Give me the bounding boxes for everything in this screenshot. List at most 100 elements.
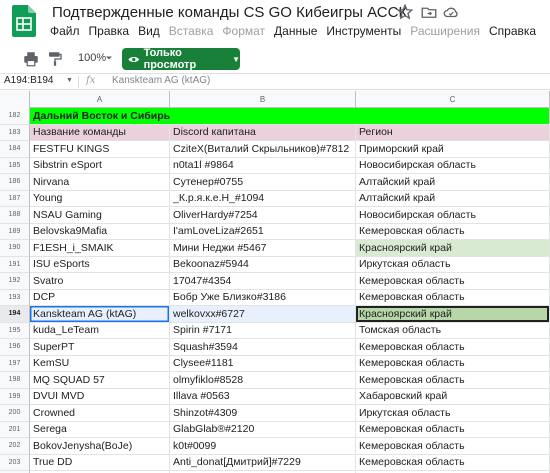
cell-team-name[interactable]: Nirvana: [30, 174, 170, 191]
chevron-down-icon[interactable]: [104, 53, 114, 63]
cell-region[interactable]: Кемеровская область: [356, 372, 550, 389]
cell-team-name[interactable]: NSAU Gaming: [30, 207, 170, 224]
row-number[interactable]: 189: [0, 223, 30, 240]
column-header-c[interactable]: C: [356, 91, 550, 108]
cell-team-name[interactable]: SuperPT: [30, 339, 170, 356]
cell-team-name[interactable]: Belovska9Mafia: [30, 223, 170, 240]
cell-discord-captain[interactable]: olmyfiklo#8528: [170, 372, 356, 389]
row-number[interactable]: 186: [0, 174, 30, 191]
row-number[interactable]: 187: [0, 190, 30, 207]
row-number[interactable]: 199: [0, 388, 30, 405]
menu-file[interactable]: Файл: [50, 24, 80, 38]
formula-input[interactable]: Kanskteam AG (ktAG): [112, 75, 210, 86]
cell-discord-captain[interactable]: OliverHardy#7254: [170, 207, 356, 224]
row-number[interactable]: 182: [0, 108, 30, 125]
cell-region[interactable]: Томская область: [356, 322, 550, 339]
cell-team-name[interactable]: ISU eSports: [30, 256, 170, 273]
cell-discord-captain[interactable]: welkovxx#6727: [170, 306, 356, 323]
menu-help[interactable]: Справка: [489, 24, 536, 38]
cell-discord-captain[interactable]: I'amLoveLiza#2651: [170, 223, 356, 240]
cell-region[interactable]: Приморский край: [356, 141, 550, 158]
cell-region[interactable]: Алтайский край: [356, 190, 550, 207]
menu-extensions[interactable]: Расширения: [410, 24, 480, 38]
cell-region[interactable]: Кемеровская область: [356, 355, 550, 372]
row-number[interactable]: 201: [0, 421, 30, 438]
row-number[interactable]: 193: [0, 289, 30, 306]
cell-team-name[interactable]: Sibstrin eSport: [30, 157, 170, 174]
cell-team-name[interactable]: True DD: [30, 454, 170, 471]
cell-team-name[interactable]: DCP: [30, 289, 170, 306]
cell-team-name[interactable]: Crowned: [30, 405, 170, 422]
cell-discord-captain[interactable]: CziteX(Виталий Скрыльников)#7812: [170, 141, 356, 158]
cell-discord-captain[interactable]: Shinzot#4309: [170, 405, 356, 422]
cell-discord-captain[interactable]: Squash#3594: [170, 339, 356, 356]
cell-discord-captain[interactable]: _К.р.я.к.е.Н_#1094: [170, 190, 356, 207]
cell-discord-captain[interactable]: Мини Неджи #5467: [170, 240, 356, 257]
cell-team-name[interactable]: kuda_LeTeam: [30, 322, 170, 339]
row-number[interactable]: 200: [0, 405, 30, 422]
row-number[interactable]: 195: [0, 322, 30, 339]
zoom-select[interactable]: 100%: [78, 52, 106, 64]
menu-format[interactable]: Формат: [222, 24, 265, 38]
cell-discord-captain[interactable]: Clysee#1181: [170, 355, 356, 372]
row-number[interactable]: 183: [0, 124, 30, 141]
cell-team-name[interactable]: Svatro: [30, 273, 170, 290]
cell-discord-captain[interactable]: GlabGlab®#2120: [170, 421, 356, 438]
cell-region[interactable]: Иркутская область: [356, 405, 550, 422]
cell-discord-captain[interactable]: Сутенер#0755: [170, 174, 356, 191]
cell-team-name[interactable]: Young: [30, 190, 170, 207]
cell-team-name[interactable]: FESTFU KINGS: [30, 141, 170, 158]
cell-region[interactable]: Кемеровская область: [356, 223, 550, 240]
cell-discord-captain[interactable]: Бобр Уже Близко#3186: [170, 289, 356, 306]
cell-discord-captain[interactable]: Anti_donat[Дмитрий]#7229: [170, 454, 356, 471]
cell-region[interactable]: Новосибирская область: [356, 157, 550, 174]
cell-team-name[interactable]: Название команды: [30, 124, 170, 141]
cell-team-name[interactable]: Serega: [30, 421, 170, 438]
cell-region[interactable]: Кемеровская область: [356, 421, 550, 438]
move-to-folder-icon[interactable]: [420, 3, 438, 21]
cell-team-name[interactable]: KemSU: [30, 355, 170, 372]
column-header-b[interactable]: B: [170, 91, 356, 108]
select-all-corner[interactable]: [0, 91, 30, 108]
cell-region[interactable]: Кемеровская область: [356, 289, 550, 306]
sheets-logo-icon[interactable]: [12, 5, 36, 37]
row-number[interactable]: 202: [0, 438, 30, 455]
cell-discord-captain[interactable]: Illava #0563: [170, 388, 356, 405]
row-number[interactable]: 197: [0, 355, 30, 372]
row-number[interactable]: 194: [0, 306, 30, 323]
name-box[interactable]: A194:B194: [4, 75, 54, 86]
cell-team-name[interactable]: F1ESH_i_SMAIK: [30, 240, 170, 257]
cell-team-name[interactable]: DVUI MVD: [30, 388, 170, 405]
cell-discord-captain[interactable]: Spirin #7171: [170, 322, 356, 339]
menu-view[interactable]: Вид: [138, 24, 160, 38]
column-header-a[interactable]: A: [30, 91, 170, 108]
row-number[interactable]: 198: [0, 372, 30, 389]
menu-insert[interactable]: Вставка: [169, 24, 214, 38]
cell-region[interactable]: Алтайский край: [356, 174, 550, 191]
paint-format-icon[interactable]: [46, 50, 64, 68]
view-only-button[interactable]: Только просмотр ▼: [122, 47, 240, 71]
cell-region[interactable]: Иркутская область: [356, 256, 550, 273]
cell-discord-captain[interactable]: Bekoonaz#5944: [170, 256, 356, 273]
row-number[interactable]: 191: [0, 256, 30, 273]
row-number[interactable]: 185: [0, 157, 30, 174]
cell-region[interactable]: Кемеровская область: [356, 454, 550, 471]
row-number[interactable]: 203: [0, 454, 30, 471]
menu-data[interactable]: Данные: [274, 24, 317, 38]
document-title[interactable]: Подтвержденные команды CS GO Кибеигры АС…: [52, 4, 407, 21]
cell-discord-captain[interactable]: n0ta1l #9864: [170, 157, 356, 174]
menu-edit[interactable]: Правка: [89, 24, 130, 38]
cell-region[interactable]: Регион: [356, 124, 550, 141]
cell-region[interactable]: Кемеровская область: [356, 438, 550, 455]
cell-team-name[interactable]: Kanskteam AG (ktAG): [30, 306, 170, 323]
cell-region[interactable]: Кемеровская область: [356, 339, 550, 356]
row-number[interactable]: 192: [0, 273, 30, 290]
cell-region[interactable]: Новосибирская область: [356, 207, 550, 224]
cell-region[interactable]: Красноярский край: [356, 306, 550, 323]
section-title-cell[interactable]: Дальний Восток и Сибирь: [30, 108, 550, 125]
cell-team-name[interactable]: MQ SQUAD 57: [30, 372, 170, 389]
cell-region[interactable]: Кемеровская область: [356, 273, 550, 290]
row-number[interactable]: 190: [0, 240, 30, 257]
cloud-status-icon[interactable]: [442, 3, 460, 21]
cell-discord-captain[interactable]: k0t#0099: [170, 438, 356, 455]
